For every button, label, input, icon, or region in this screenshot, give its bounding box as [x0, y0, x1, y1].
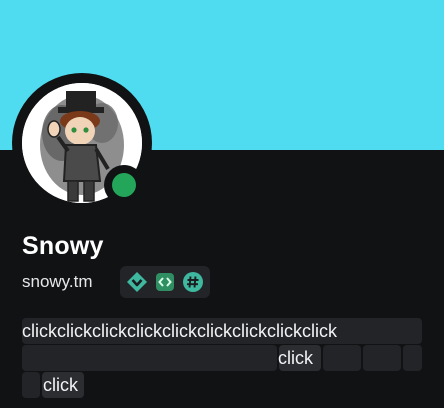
bio-chip — [323, 345, 361, 371]
username[interactable]: snowy.tm — [22, 272, 93, 292]
online-status-icon — [112, 173, 136, 197]
display-name: Snowy — [22, 232, 104, 260]
bio-click-link[interactable]: click — [43, 372, 78, 398]
hashtag-badge-icon[interactable] — [182, 271, 204, 293]
bio-chip — [22, 345, 277, 371]
badge-list — [120, 266, 210, 298]
bio-chip — [363, 345, 401, 371]
bio-chip — [403, 345, 422, 371]
bio-click-link[interactable]: click — [278, 345, 313, 371]
hypesquad-badge-icon[interactable] — [126, 271, 148, 293]
active-developer-badge-icon[interactable] — [154, 271, 176, 293]
bio-line-1[interactable]: clickclickclickclickclickclickclickclick… — [22, 318, 337, 344]
bio-chip — [22, 372, 40, 398]
